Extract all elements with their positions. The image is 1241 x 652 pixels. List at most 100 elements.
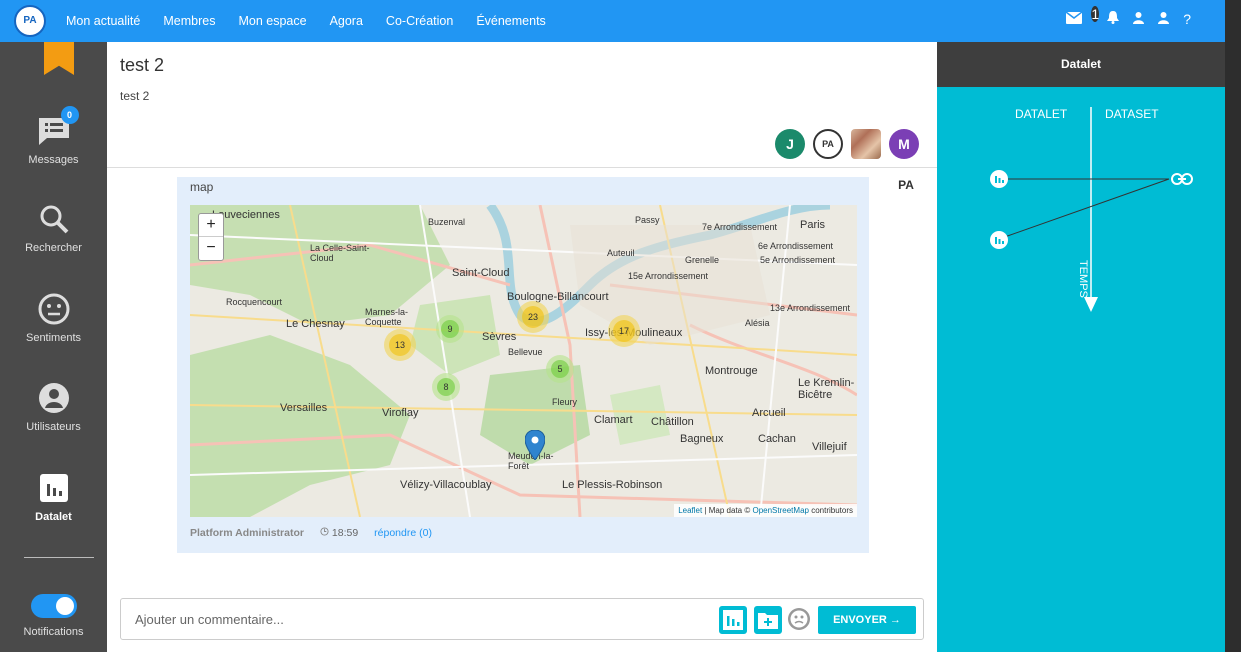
bar-chart-icon — [37, 471, 71, 505]
datalet-panel: Datalet DATALET DATASET TEMPS — [937, 42, 1225, 652]
map-label-clamart: Clamart — [594, 414, 633, 426]
sidebar-label-sentiments: Sentiments — [25, 332, 82, 344]
map-label-le-chesnay: Le Chesnay — [286, 318, 345, 330]
profile-icon[interactable] — [1158, 11, 1170, 27]
sidebar: 0 Messages Rechercher Sentiments Utilisa… — [0, 42, 107, 652]
map-label-passy: Passy — [635, 215, 660, 225]
bar-chart-icon — [723, 610, 743, 630]
nav-membres[interactable]: Membres — [163, 14, 215, 28]
sidebar-item-users[interactable]: Utilisateurs — [0, 381, 107, 433]
zoom-out-button[interactable]: − — [199, 237, 223, 260]
map-label-versailles: Versailles — [280, 402, 328, 414]
datalet-node-icon[interactable] — [990, 231, 1008, 249]
card-title: map — [190, 180, 214, 194]
post-title: test 2 — [120, 55, 165, 75]
datalet-panel-title: Datalet — [937, 42, 1225, 87]
top-navbar: PA Mon actualité Membres Mon espace Agor… — [0, 0, 1241, 42]
reply-link[interactable]: répondre (0) — [374, 527, 432, 539]
nav-mon-espace[interactable]: Mon espace — [238, 14, 306, 28]
map-cluster[interactable]: 13 — [384, 329, 416, 361]
messages-icon: 0 — [37, 106, 79, 148]
map-label-auteuil: Auteuil — [607, 248, 635, 258]
search-icon — [37, 202, 71, 236]
nav-agora[interactable]: Agora — [330, 14, 363, 28]
map-pin-icon[interactable] — [524, 429, 546, 461]
top-icons: 1 ? — [1065, 6, 1191, 27]
map-label-villejuif: Villejuif — [812, 441, 847, 453]
divider — [107, 167, 937, 168]
sidebar-item-search[interactable]: Rechercher — [0, 202, 107, 254]
map-label-velizy: Vélizy-Villacoublay — [400, 479, 492, 491]
main-nav: Mon actualité Membres Mon espace Agora C… — [66, 0, 569, 42]
sidebar-item-datalet[interactable]: Datalet — [0, 471, 107, 523]
sidebar-item-messages[interactable]: 0 Messages — [0, 106, 107, 166]
map-label-kremlin: Le Kremlin-Bicêtre — [798, 377, 855, 401]
arrow-right-icon: → — [889, 614, 901, 626]
sidebar-item-notifications[interactable]: Notifications — [0, 594, 107, 638]
map-cluster[interactable]: 5 — [546, 355, 574, 383]
map-label-plessis: Le Plessis-Robinson — [562, 479, 663, 491]
attribution-text: | Map data © — [704, 506, 751, 515]
nav-co-creation[interactable]: Co-Création — [386, 14, 453, 28]
nav-evenements[interactable]: Événements — [476, 14, 545, 28]
bookmark-icon[interactable] — [44, 42, 74, 75]
map-label-arr6: 6e Arrondissement — [758, 241, 834, 251]
notifications-toggle[interactable] — [30, 594, 77, 618]
map-label-boulogne: Boulogne-Billancourt — [507, 291, 609, 303]
main-content: test 2 test 2 J PA M map PA Louveciennes… — [107, 42, 937, 652]
avatar-m[interactable]: M — [889, 129, 919, 159]
map-cluster[interactable]: 17 — [608, 315, 640, 347]
avatar-j[interactable]: J — [775, 129, 805, 159]
map-label-grenelle: Grenelle — [685, 255, 720, 265]
time-axis-label: TEMPS — [1077, 260, 1089, 298]
link-icon[interactable] — [1171, 172, 1193, 186]
map-label-rocquencourt: Rocquencourt — [226, 297, 283, 307]
sidebar-item-sentiments[interactable]: Sentiments — [0, 292, 107, 344]
comment-input-bar: Ajouter un commentaire... ENVOYER → — [120, 598, 924, 640]
emoji-icon[interactable] — [787, 607, 811, 631]
map[interactable]: Louveciennes Buzenval Passy 7e Arrondiss… — [190, 205, 857, 517]
avatar-photo[interactable] — [851, 129, 881, 159]
card-author-avatar: PA — [898, 178, 914, 192]
add-datalet-button[interactable] — [719, 606, 747, 634]
leaflet-link[interactable]: Leaflet — [678, 506, 702, 515]
map-label-cachan: Cachan — [758, 433, 796, 445]
datalet-node-icon[interactable] — [990, 170, 1008, 188]
map-label-bellevue: Bellevue — [508, 347, 543, 357]
map-label-viroflay: Viroflay — [382, 407, 419, 419]
map-cluster[interactable]: 23 — [517, 301, 549, 333]
add-attachment-button[interactable] — [754, 606, 782, 634]
help-icon[interactable]: ? — [1183, 11, 1191, 27]
map-attribution: Leaflet | Map data © OpenStreetMap contr… — [674, 504, 857, 517]
map-cluster[interactable]: 9 — [436, 315, 464, 343]
comment-input[interactable]: Ajouter un commentaire... — [135, 612, 284, 627]
app-logo[interactable]: PA — [14, 5, 46, 37]
map-label-bagneux: Bagneux — [680, 433, 724, 445]
map-label-buzenval: Buzenval — [428, 217, 466, 227]
map-label-arr7: 7e Arrondissement — [702, 222, 778, 232]
map-label-celle: La Celle-Saint-Cloud — [310, 243, 370, 263]
sidebar-label-datalet: Datalet — [35, 511, 72, 523]
card-time: 18:59 — [320, 527, 358, 539]
send-button[interactable]: ENVOYER → — [818, 606, 916, 634]
map-cluster[interactable]: 8 — [432, 373, 460, 401]
mail-icon[interactable]: 1 — [1065, 6, 1100, 27]
osm-link[interactable]: OpenStreetMap — [752, 506, 808, 515]
attribution-tail: contributors — [811, 506, 853, 515]
map-label-chatillon: Châtillon — [651, 416, 694, 428]
sidebar-label-users: Utilisateurs — [26, 421, 81, 433]
card-author: Platform Administrator — [190, 527, 304, 539]
user-icon[interactable] — [1133, 11, 1145, 27]
avatar-pa[interactable]: PA — [813, 129, 843, 159]
zoom-in-button[interactable]: + — [199, 214, 223, 237]
sidebar-label-notifications: Notifications — [23, 626, 84, 638]
card-meta: Platform Administrator 18:59 répondre (0… — [190, 527, 432, 539]
map-label-arr15: 15e Arrondissement — [628, 271, 709, 281]
map-label-arr5: 5e Arrondissement — [760, 255, 836, 265]
sidebar-divider — [24, 557, 94, 558]
map-label-marnes: Marnes-la-Coquette — [365, 307, 409, 327]
nav-mon-actualite[interactable]: Mon actualité — [66, 14, 140, 28]
user-circle-icon — [37, 381, 71, 415]
sidebar-label-messages: Messages — [28, 154, 79, 166]
bell-icon[interactable] — [1107, 11, 1120, 27]
